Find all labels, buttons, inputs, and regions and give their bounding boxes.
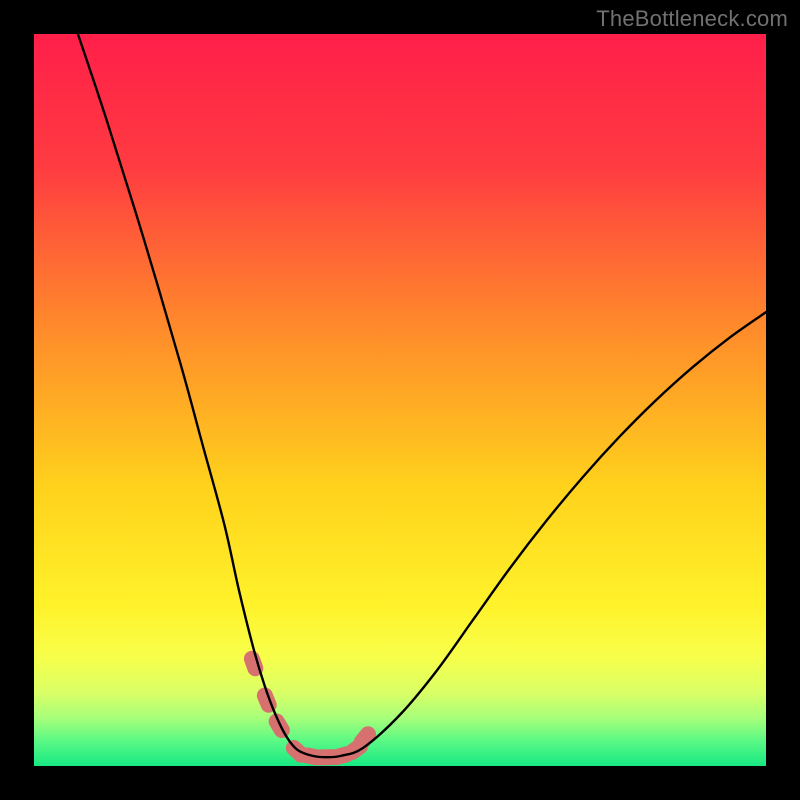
bottleneck-curve [78,34,766,757]
watermark-text: TheBottleneck.com [596,6,788,32]
chart-frame: TheBottleneck.com [0,0,800,800]
curve-marker [266,710,293,741]
chart-svg [34,34,766,766]
curve-markers [242,649,380,766]
plot-area [34,34,766,766]
